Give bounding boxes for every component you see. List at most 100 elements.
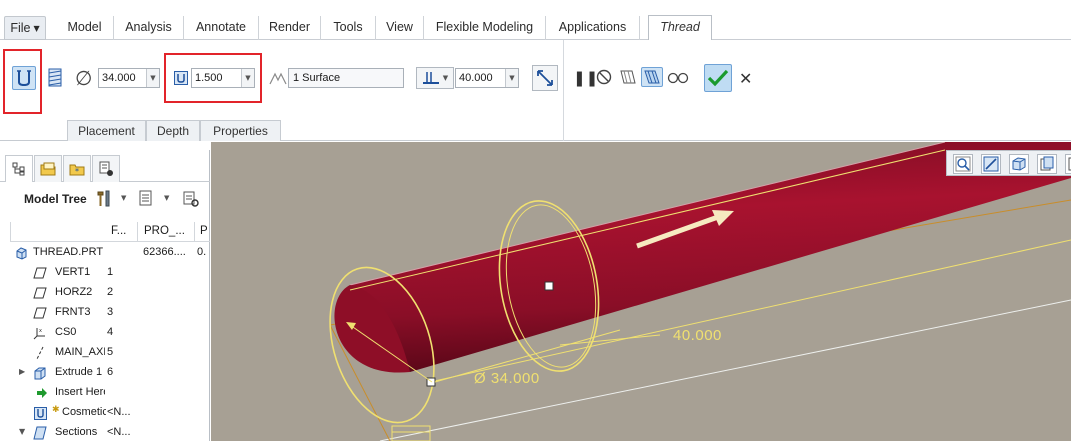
column-pro-name[interactable]: PRO_... — [144, 225, 185, 237]
collapse-arrow-icon[interactable]: ▼ — [19, 427, 25, 436]
tree-row-frnt3[interactable]: FRNT3 3 — [0, 303, 210, 323]
tree-row-feature-number: 5 — [107, 346, 114, 358]
depth-value: 40.000 — [459, 72, 493, 84]
in-graphics-toolbar — [946, 150, 1071, 176]
navigator-panel: * Model Tree ▼ ▼ F... PRO_... P THREAD.P… — [0, 150, 210, 441]
subtab-properties[interactable]: Properties — [200, 120, 281, 141]
modeled-thread-button[interactable] — [43, 66, 67, 90]
pitch-highlight — [164, 53, 262, 103]
cube-view-icon — [1012, 157, 1026, 171]
tab-analysis[interactable]: Analysis — [114, 16, 184, 40]
checkmark-icon — [707, 69, 729, 87]
depth-combo[interactable]: 40.000 ▼ — [455, 68, 519, 88]
zoom-icon — [955, 156, 971, 172]
refit-view-button[interactable] — [953, 154, 973, 174]
column-p[interactable]: P — [200, 225, 208, 237]
svg-text:*: * — [75, 167, 79, 176]
tab-render[interactable]: Render — [259, 16, 321, 40]
tree-row-cosmetic[interactable]: ✱ Cosmetic <N... — [0, 403, 210, 423]
model-viewport[interactable] — [211, 142, 1071, 441]
tree-row-thread-prt[interactable]: THREAD.PRT 62366.... 0. — [0, 243, 210, 263]
chevron-down-icon[interactable]: ▼ — [121, 194, 126, 202]
datum-plane-icon — [33, 306, 47, 320]
column-feature-number[interactable]: F... — [111, 225, 126, 237]
tree-row-horz2[interactable]: HORZ2 2 — [0, 283, 210, 303]
threaded-bolt-icon — [48, 68, 62, 87]
flip-direction-button[interactable] — [532, 65, 558, 91]
extrude-icon — [33, 366, 47, 380]
subtab-depth[interactable]: Depth — [146, 120, 200, 141]
tree-filters-icon[interactable] — [182, 190, 200, 208]
no-preview-button[interactable] — [594, 67, 614, 87]
column-separator — [10, 222, 11, 242]
favorites-folder-icon: * — [69, 164, 85, 176]
depth-dimension-label[interactable]: 40.000 — [673, 327, 722, 344]
tree-row-main-axis[interactable]: MAIN_AXIS 5 — [0, 343, 210, 363]
datum-display-button[interactable] — [1065, 154, 1071, 174]
file-menu-label: File — [10, 21, 31, 35]
tree-row-sections[interactable]: ▼ Sections <N... — [0, 423, 210, 441]
tree-row-label: CS0 — [55, 326, 77, 338]
expand-arrow-icon[interactable]: ▶ — [19, 367, 25, 376]
tree-row-feature-number: <N... — [107, 426, 131, 438]
tree-row-label: MAIN_AXIS — [55, 346, 105, 358]
depth-option-button[interactable]: ▼ — [416, 67, 454, 89]
tab-flexible-modeling[interactable]: Flexible Modeling — [424, 16, 546, 40]
tab-tools[interactable]: Tools — [321, 16, 376, 40]
tab-model[interactable]: Model — [56, 16, 114, 40]
folder-browser-tab[interactable] — [34, 155, 62, 182]
tree-row-label: FRNT3 — [55, 306, 91, 318]
svg-text:x: x — [39, 328, 42, 334]
preview-geometry-button[interactable] — [617, 67, 639, 87]
diameter-dimension-label[interactable]: Ø 34.000 — [474, 370, 540, 387]
diameter-icon: ∅ — [75, 66, 93, 90]
tab-view[interactable]: View — [376, 16, 424, 40]
model-tree-title: Model Tree — [24, 192, 87, 206]
surface-collector[interactable]: 1 Surface — [288, 68, 404, 88]
tab-thread[interactable]: Thread — [648, 15, 712, 41]
settings-tools-icon[interactable] — [95, 189, 113, 207]
tree-row-feature-number: 4 — [107, 326, 114, 338]
chevron-down-icon[interactable]: ▼ — [164, 194, 169, 202]
model-tree-header: Model Tree ▼ ▼ — [0, 185, 210, 213]
chevron-down-icon[interactable]: ▼ — [505, 69, 518, 87]
flip-arrows-icon — [537, 70, 553, 86]
tree-icon — [12, 162, 25, 176]
model-tree-columns: F... PRO_... P — [10, 222, 210, 242]
tree-row-label: Extrude 1 — [55, 366, 103, 378]
tree-row-label: Sections — [55, 426, 98, 438]
insert-arrow-icon — [35, 386, 49, 400]
tree-row-cs0[interactable]: x CS0 4 — [0, 323, 210, 343]
subtab-placement[interactable]: Placement — [67, 120, 146, 141]
zoom-in-button[interactable] — [981, 154, 1001, 174]
tree-row-insert-here[interactable]: Insert Here — [0, 383, 210, 403]
tree-row-extrude-1[interactable]: ▶ Extrude 1 6 — [0, 363, 210, 383]
shaded-cube-icon — [1040, 156, 1054, 171]
tree-row-label: Insert Here — [55, 386, 105, 398]
tab-annotate[interactable]: Annotate — [184, 16, 259, 40]
tab-applications[interactable]: Applications — [546, 16, 640, 40]
diameter-combo[interactable]: 34.000 ▼ — [98, 68, 160, 88]
graphics-window[interactable]: Ø 34.000 40.000 — [211, 142, 1071, 441]
sections-icon — [33, 426, 47, 440]
tree-row-label: Cosmetic — [62, 406, 106, 418]
surface-reference-icon — [269, 72, 287, 85]
model-tree-tab[interactable] — [5, 155, 33, 182]
show-filter-icon[interactable] — [138, 190, 154, 206]
file-menu[interactable]: File ▼ — [4, 16, 46, 40]
verify-mode-button[interactable] — [641, 67, 663, 87]
glasses-preview-button[interactable] — [666, 67, 690, 87]
close-icon[interactable]: ✕ — [739, 69, 752, 88]
surface-value: 1 Surface — [293, 72, 341, 84]
ok-button[interactable] — [704, 64, 732, 92]
depth-drag-handle[interactable] — [544, 281, 554, 291]
chevron-down-icon[interactable]: ▼ — [146, 69, 159, 87]
tree-row-label: HORZ2 — [55, 286, 93, 298]
saved-views-button[interactable] — [1009, 154, 1029, 174]
layers-tab[interactable] — [92, 155, 120, 182]
preview-geometry-icon — [620, 70, 636, 84]
tree-row-p: 0. — [197, 246, 207, 258]
favorites-tab[interactable]: * — [63, 155, 91, 182]
display-style-button[interactable] — [1037, 154, 1057, 174]
tree-row-vert1[interactable]: VERT1 1 — [0, 263, 210, 283]
